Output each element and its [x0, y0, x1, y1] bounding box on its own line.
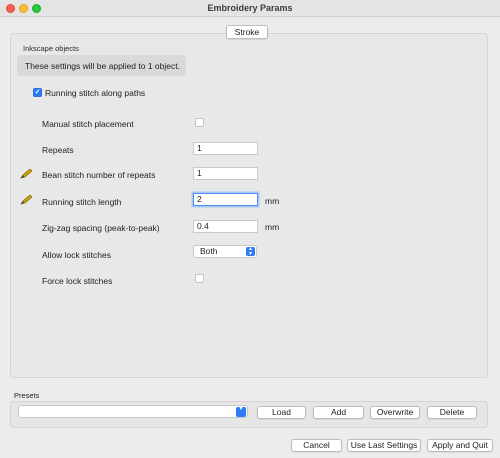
overwrite-button[interactable]: Overwrite: [370, 406, 420, 419]
group-title: Inkscape objects: [23, 44, 79, 53]
cancel-button[interactable]: Cancel: [291, 439, 342, 452]
manual-placement-checkbox[interactable]: [195, 118, 204, 127]
repeats-field[interactable]: 1: [193, 142, 258, 155]
preset-combo[interactable]: [18, 405, 248, 418]
running-stitch-label: Running stitch along paths: [45, 88, 146, 98]
repeats-label: Repeats: [42, 145, 74, 155]
zigzag-label: Zig-zag spacing (peak-to-peak): [42, 223, 160, 233]
bean-stitch-label: Bean stitch number of repeats: [42, 170, 156, 180]
chevron-down-icon[interactable]: ▾: [236, 406, 246, 417]
running-length-field[interactable]: 2: [193, 193, 258, 206]
force-lock-checkbox[interactable]: [195, 274, 204, 283]
force-lock-label: Force lock stitches: [42, 276, 113, 286]
running-length-unit: mm: [265, 196, 280, 206]
allow-lock-select[interactable]: Both ▴ ▾: [193, 245, 257, 258]
zigzag-field[interactable]: 0.4: [193, 220, 258, 233]
tab-stroke[interactable]: Stroke: [226, 25, 268, 39]
add-button[interactable]: Add: [313, 406, 364, 419]
delete-button[interactable]: Delete: [427, 406, 477, 419]
title-bar: Embroidery Params: [0, 0, 500, 17]
allow-lock-value: Both: [200, 246, 218, 256]
bean-stitch-field[interactable]: 1: [193, 167, 258, 180]
info-text: These settings will be applied to 1 obje…: [25, 61, 180, 71]
presets-title: Presets: [14, 391, 40, 400]
running-stitch-checkbox[interactable]: ✓: [33, 88, 42, 97]
window-title: Embroidery Params: [207, 3, 293, 13]
load-button[interactable]: Load: [257, 406, 306, 419]
use-last-settings-button[interactable]: Use Last Settings: [347, 439, 421, 452]
running-length-label: Running stitch length: [42, 197, 122, 207]
allow-lock-label: Allow lock stitches: [42, 250, 111, 260]
pencil-icon: [20, 195, 33, 205]
zigzag-unit: mm: [265, 222, 280, 232]
apply-and-quit-button[interactable]: Apply and Quit: [427, 439, 493, 452]
chevron-updown-icon: ▴ ▾: [246, 246, 255, 257]
pencil-icon: [20, 169, 33, 179]
manual-placement-label: Manual stitch placement: [42, 119, 134, 129]
